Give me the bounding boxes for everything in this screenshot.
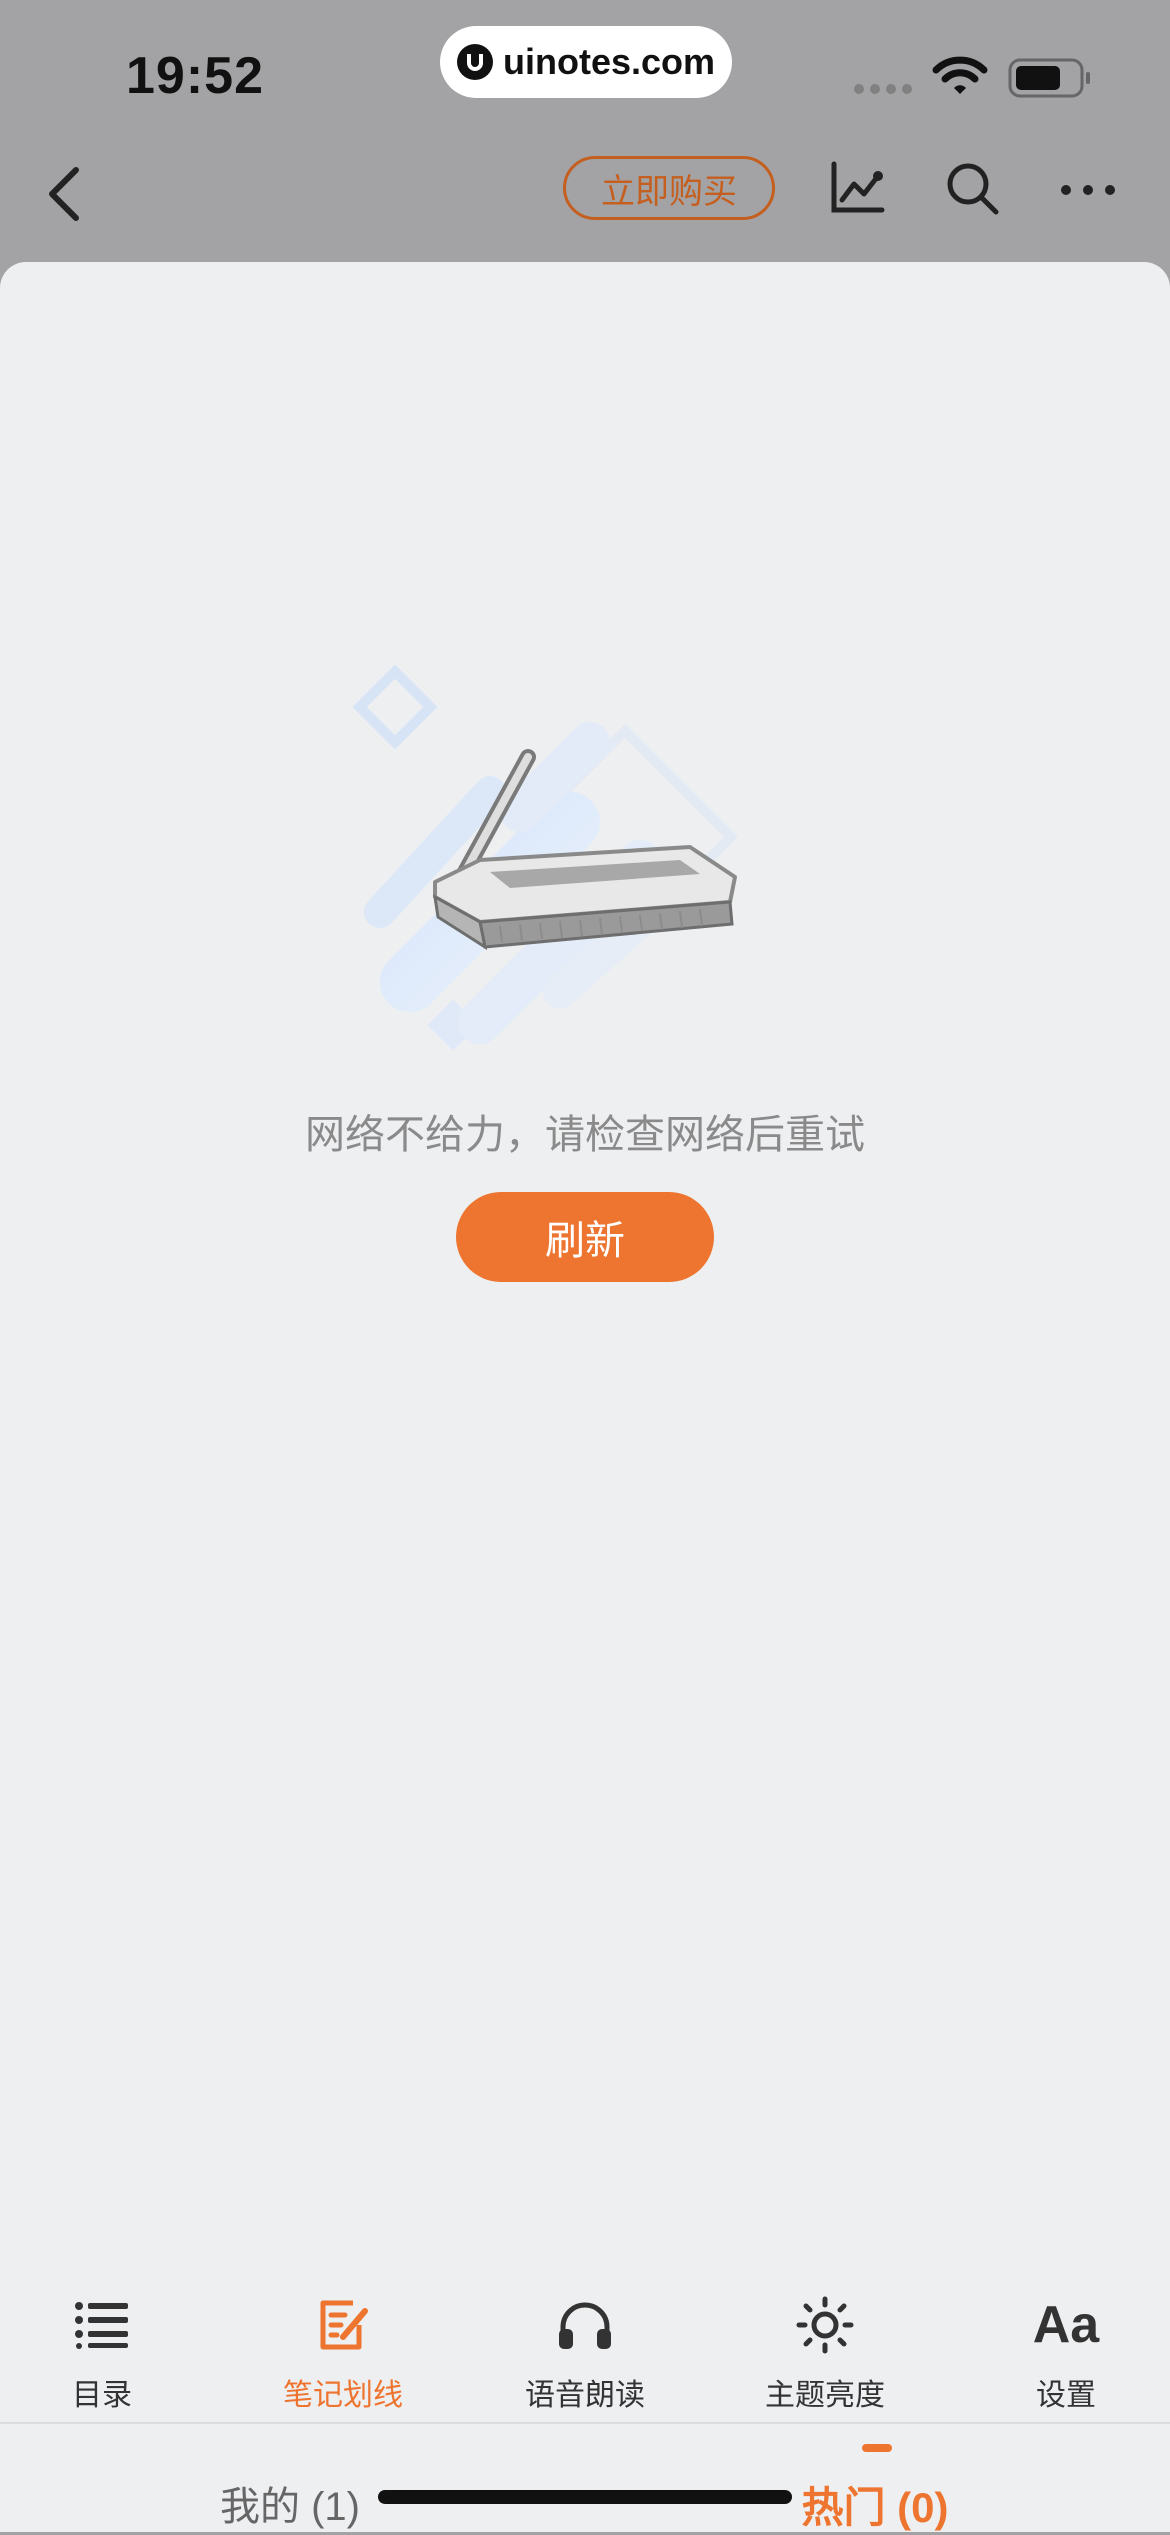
content-panel: 网络不给力，请检查网络后重试 刷新 我的 (1) 热门 (0) <box>0 262 1170 2532</box>
search-button[interactable] <box>940 156 1004 220</box>
network-error-message: 网络不给力，请检查网络后重试 <box>305 1113 865 1157</box>
tab-active-indicator <box>862 2444 892 2452</box>
trend-chart-icon <box>831 161 885 213</box>
list-icon <box>75 2302 128 2349</box>
trend-chart-button[interactable] <box>824 156 888 220</box>
nav-bar: 立即购买 <box>0 130 1170 262</box>
battery-icon <box>1008 58 1090 98</box>
font-settings-icon: Aa <box>1032 2296 1100 2354</box>
refresh-button[interactable]: 刷新 <box>456 1192 714 1282</box>
back-chevron-icon <box>49 167 79 221</box>
toolbar-item-contents[interactable]: 目录 <box>2 2290 202 2420</box>
offline-router-icon <box>352 664 739 1051</box>
status-bar: 19:52 uinotes.com <box>0 0 1170 130</box>
toolbar-item-theme[interactable]: 主题亮度 <box>725 2290 925 2420</box>
reader-toolbar: 目录 笔记划线 语音朗读 主题亮度 Aa 设置 <box>0 2290 1170 2440</box>
site-logo-icon <box>456 44 493 80</box>
home-indicator[interactable] <box>378 2490 792 2504</box>
toolbar-label-notes: 笔记划线 <box>283 2379 403 2412</box>
more-icon <box>1061 185 1115 195</box>
tab-hot[interactable]: 热门 (0) <box>585 2474 1165 2535</box>
toolbar-item-settings[interactable]: Aa 设置 <box>966 2290 1166 2420</box>
cellular-signal-icon <box>854 84 912 94</box>
status-time: 19:52 <box>126 47 264 105</box>
url-text: uinotes.com <box>502 41 716 82</box>
back-button[interactable] <box>40 158 100 228</box>
search-icon <box>947 163 999 215</box>
url-pill[interactable]: uinotes.com <box>440 26 732 98</box>
buy-now-button[interactable]: 立即购买 <box>563 156 775 220</box>
toolbar-label-read-aloud: 语音朗读 <box>525 2379 645 2412</box>
toolbar-label-theme: 主题亮度 <box>765 2379 885 2412</box>
wifi-icon <box>932 56 988 94</box>
headphones-icon <box>559 2302 611 2349</box>
brightness-icon <box>796 2296 854 2354</box>
more-button[interactable] <box>1056 156 1120 220</box>
toolbar-item-read-aloud[interactable]: 语音朗读 <box>485 2290 685 2420</box>
toolbar-item-notes[interactable]: 笔记划线 <box>243 2290 443 2420</box>
note-edit-icon <box>320 2300 368 2350</box>
toolbar-label-settings: 设置 <box>1036 2379 1096 2412</box>
toolbar-label-contents: 目录 <box>72 2379 132 2412</box>
